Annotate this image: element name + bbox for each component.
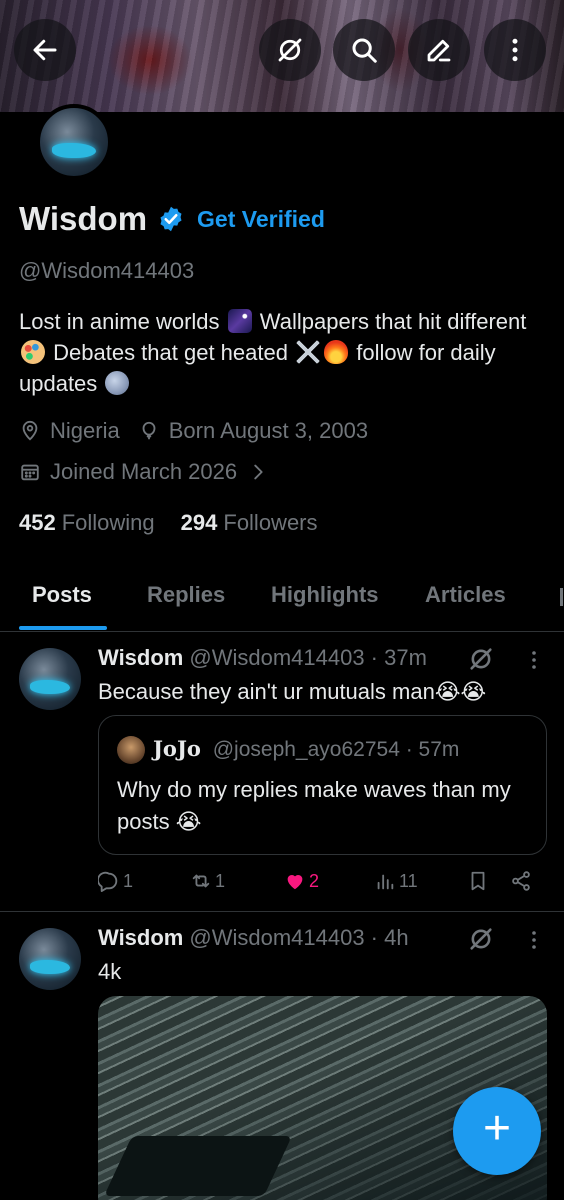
post-divider — [0, 911, 564, 912]
back-arrow-icon — [33, 39, 57, 61]
post-author-name[interactable]: Wisdom — [98, 925, 183, 951]
heart-icon — [287, 875, 303, 890]
like-button[interactable]: 2 — [284, 870, 319, 892]
post-author-handle: @Wisdom414403 · 37m — [189, 645, 427, 670]
reply-button[interactable]: 1 — [98, 870, 133, 892]
repost-button[interactable]: 1 — [190, 870, 225, 892]
get-verified-link[interactable]: Get Verified — [197, 206, 325, 233]
edit-button[interactable] — [408, 19, 470, 81]
repost-count: 1 — [215, 870, 226, 891]
profile-meta-row-2[interactable]: Joined March 2026 — [19, 459, 287, 485]
birthday-text: Born August 3, 2003 — [168, 418, 369, 443]
profile-stats: 452 Following 294 Followers — [19, 510, 344, 536]
followers-label: Followers — [223, 510, 318, 535]
reply-icon — [98, 871, 118, 892]
bio-text-3: Debates that get heated — [53, 340, 288, 365]
crossed-swords-emoji-icon — [296, 340, 321, 364]
grok-icon — [278, 38, 302, 62]
reply-count: 1 — [123, 870, 134, 891]
profile-avatar[interactable] — [36, 104, 112, 180]
views-icon — [377, 874, 394, 890]
post-avatar[interactable] — [19, 928, 81, 990]
profile-meta-row-1: Nigeria Born August 3, 2003 — [19, 418, 386, 444]
quoted-post-text: Why do my replies make waves than my pos… — [117, 777, 511, 834]
calendar-icon — [21, 464, 39, 481]
quoted-post-header: JoJo @joseph_ayo62754 · 57m — [153, 736, 459, 762]
tab-articles[interactable]: Articles — [425, 582, 506, 608]
repost-icon — [192, 874, 210, 888]
post-author-name[interactable]: Wisdom — [98, 645, 183, 671]
plus-icon: + — [482, 1102, 512, 1155]
post-header: Wisdom @Wisdom414403 · 4h — [98, 925, 409, 951]
location-item: Nigeria — [19, 418, 120, 444]
search-button[interactable] — [333, 19, 395, 81]
followers-count: 294 — [180, 510, 218, 535]
chevron-right-icon — [254, 464, 263, 480]
post-text: Because they ain't ur mutuals man😭😭 — [98, 679, 487, 704]
tab-replies[interactable]: Replies — [147, 582, 225, 608]
active-tab-indicator — [19, 626, 107, 630]
grok-button[interactable] — [259, 19, 321, 81]
bookmark-button[interactable] — [467, 870, 492, 892]
following-label: Following — [61, 510, 155, 535]
views-count: 11 — [399, 870, 418, 891]
location-text: Nigeria — [50, 418, 120, 443]
following-stat[interactable]: 452 Following — [19, 510, 155, 536]
post-actions: 1 1 2 11 — [98, 868, 538, 898]
search-icon — [352, 38, 377, 63]
bio-text-1: Lost in anime worlds — [19, 309, 220, 334]
location-pin-icon — [22, 420, 38, 441]
more-options-button[interactable] — [484, 19, 546, 81]
birthday-item: Born August 3, 2003 — [138, 418, 368, 444]
followers-stat[interactable]: 294 Followers — [181, 510, 318, 536]
views-button[interactable]: 11 — [374, 870, 418, 892]
profile-name: Wisdom — [19, 200, 148, 237]
following-count: 452 — [19, 510, 56, 535]
profile-handle: @Wisdom414403 — [19, 258, 195, 283]
grok-icon[interactable] — [467, 925, 495, 953]
share-icon — [512, 871, 530, 891]
verified-badge-icon[interactable] — [157, 205, 185, 233]
bookmark-icon — [471, 871, 485, 891]
compose-post-button[interactable]: + — [453, 1087, 541, 1175]
balloon-icon — [142, 421, 156, 440]
bio-text-2: Wallpapers that hit different — [259, 309, 527, 334]
tab-overflow-indicator — [560, 588, 563, 606]
post-author-handle: @Wisdom414403 · 4h — [189, 925, 409, 950]
post-avatar[interactable] — [19, 648, 81, 710]
milky-way-emoji-icon — [227, 309, 252, 333]
post-text: 4k — [98, 959, 122, 984]
back-button[interactable] — [14, 19, 76, 81]
share-button[interactable] — [510, 870, 535, 892]
edit-icon — [427, 39, 451, 62]
grok-icon[interactable] — [467, 645, 495, 673]
like-count: 2 — [309, 870, 320, 891]
quoted-post[interactable]: JoJo @joseph_ayo62754 · 57m Why do my re… — [98, 715, 547, 855]
quoted-post-avatar — [117, 736, 145, 764]
more-vertical-icon[interactable] — [522, 928, 546, 952]
moon-face-emoji-icon — [105, 371, 130, 395]
post-header: Wisdom @Wisdom414403 · 37m — [98, 645, 427, 671]
tab-highlights[interactable]: Highlights — [271, 582, 379, 608]
quoted-author-name: JoJo — [153, 736, 201, 761]
joined-item[interactable]: Joined March 2026 — [19, 459, 269, 485]
fire-emoji-icon — [324, 340, 349, 364]
profile-bio: Lost in anime worlds Wallpapers that hit… — [19, 306, 539, 399]
profile-name-row: Wisdom Get Verified — [19, 200, 325, 238]
joined-text: Joined March 2026 — [50, 459, 238, 484]
tab-posts[interactable]: Posts — [32, 582, 92, 608]
profile-tabs: Posts Replies Highlights Articles — [0, 566, 564, 632]
palette-emoji-icon — [21, 340, 45, 364]
more-vertical-icon[interactable] — [522, 648, 546, 672]
more-vertical-icon — [512, 38, 518, 62]
quoted-author-handle: @joseph_ayo62754 · 57m — [212, 738, 460, 761]
